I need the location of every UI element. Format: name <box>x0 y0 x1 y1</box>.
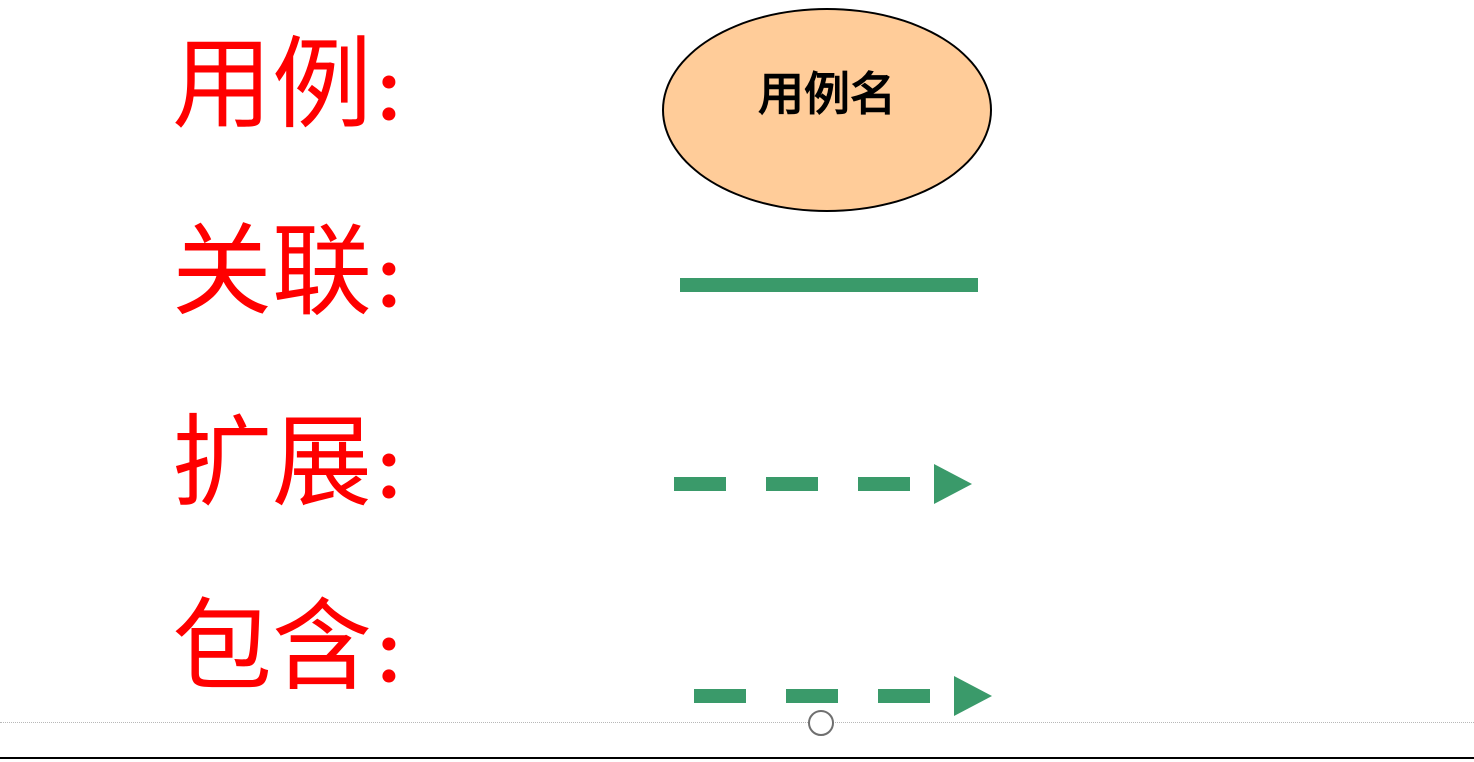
association-line-icon[interactable] <box>680 278 978 292</box>
usecase-ellipse[interactable]: 用例名 <box>662 8 992 212</box>
association-label: 关联: <box>172 213 406 330</box>
usecase-label: 用例: <box>172 26 406 143</box>
extend-dash-3 <box>858 477 910 491</box>
extend-dashed-arrow-icon[interactable] <box>674 462 974 506</box>
include-dash-1 <box>694 689 746 703</box>
rotate-handle-icon[interactable] <box>808 710 834 736</box>
selection-guide-line <box>0 722 1474 723</box>
slide-bottom-border <box>0 757 1474 759</box>
include-dashed-arrow-icon[interactable] <box>694 674 994 718</box>
association-line <box>680 278 978 292</box>
include-dash-3 <box>878 689 930 703</box>
extend-arrowhead <box>934 464 972 504</box>
extend-dash-2 <box>766 477 818 491</box>
usecase-name: 用例名 <box>758 67 896 121</box>
extend-label: 扩展: <box>172 404 406 521</box>
include-dash-2 <box>786 689 838 703</box>
include-label: 包含: <box>172 588 406 705</box>
include-arrowhead <box>954 676 992 716</box>
extend-dash-1 <box>674 477 726 491</box>
